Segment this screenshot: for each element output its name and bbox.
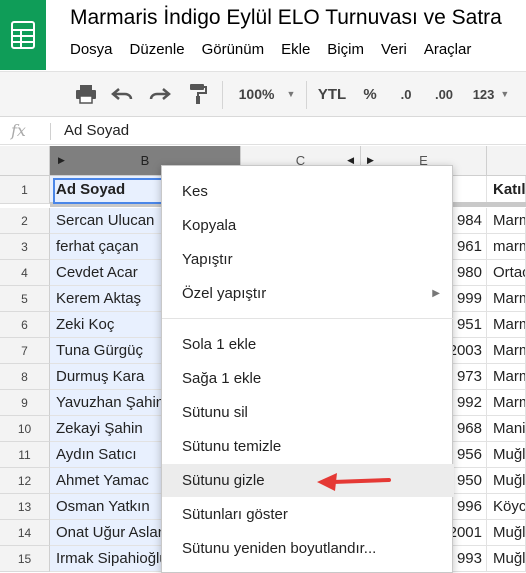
menu-item-copy[interactable]: Kopyala	[162, 209, 454, 242]
club-cell[interactable]: Marm	[487, 338, 526, 364]
menu-item-insert-right[interactable]: Sağa 1 ekle	[162, 362, 454, 395]
zoom-value: 100%	[238, 86, 275, 102]
row-number[interactable]: 13	[0, 494, 50, 520]
annotation-arrow-icon	[317, 473, 391, 491]
menu-bar: Dosya Düzenle Görünüm Ekle Biçim Veri Ar…	[70, 41, 488, 58]
row-number[interactable]: 1	[0, 176, 50, 204]
row-number[interactable]: 2	[0, 208, 50, 234]
row-number[interactable]: 12	[0, 468, 50, 494]
increase-decimal-button[interactable]: .00	[428, 80, 460, 108]
more-formats-button[interactable]: 123 ▼	[466, 80, 516, 108]
undo-icon[interactable]	[108, 80, 136, 108]
menu-tools[interactable]: Araçlar	[424, 41, 472, 58]
decrease-decimal-label: .0	[400, 86, 412, 102]
sheets-logo[interactable]	[0, 0, 46, 70]
currency-format-button[interactable]: YTL	[312, 80, 352, 108]
menu-divider	[162, 318, 454, 319]
chevron-down-icon: ▼	[286, 89, 296, 99]
menu-item-label: Sütunu sil	[182, 404, 248, 421]
toolbar: 100% ▼ YTL % .0 .00 123 ▼	[0, 71, 526, 117]
club-cell[interactable]: Marm	[487, 364, 526, 390]
menu-item-delete-column[interactable]: Sütunu sil	[162, 396, 454, 429]
column-header-f[interactable]	[487, 146, 526, 176]
header-cell-participation[interactable]: Katıl	[487, 176, 526, 204]
toolbar-divider	[222, 81, 223, 109]
row-number[interactable]: 6	[0, 312, 50, 338]
menu-item-label: Sütunu gizle	[182, 472, 265, 489]
increase-decimal-label: .00	[434, 86, 454, 102]
menu-item-unhide-columns[interactable]: Sütunları göster	[162, 498, 454, 531]
column-header-label: B	[140, 153, 150, 168]
menu-item-clear-column[interactable]: Sütunu temizle	[162, 430, 454, 463]
club-cell[interactable]: Muğl	[487, 468, 526, 494]
club-cell[interactable]: Marm	[487, 312, 526, 338]
row-number[interactable]: 4	[0, 260, 50, 286]
formula-divider	[50, 123, 51, 140]
row-number[interactable]: 11	[0, 442, 50, 468]
row-number[interactable]: 3	[0, 234, 50, 260]
print-icon[interactable]	[72, 80, 100, 108]
menu-item-label: Sütunu temizle	[182, 438, 282, 455]
club-cell[interactable]: Muğl	[487, 442, 526, 468]
club-cell[interactable]: Köyc	[487, 494, 526, 520]
sheets-icon	[11, 21, 35, 49]
club-cell[interactable]: Marm	[487, 208, 526, 234]
column-expand-left-icon: ▶	[58, 155, 65, 165]
formula-input[interactable]: Ad Soyad	[64, 122, 129, 139]
menu-view[interactable]: Görünüm	[202, 41, 265, 58]
menu-item-paste[interactable]: Yapıştır	[162, 243, 454, 276]
row-number[interactable]: 7	[0, 338, 50, 364]
club-cell[interactable]: Ortac	[487, 260, 526, 286]
chevron-down-icon: ▼	[500, 89, 510, 99]
formula-bar: fx Ad Soyad	[0, 117, 526, 145]
menu-edit[interactable]: Düzenle	[130, 41, 185, 58]
menu-item-label: Sola 1 ekle	[182, 336, 257, 353]
redo-icon[interactable]	[146, 80, 174, 108]
menu-item-insert-left[interactable]: Sola 1 ekle	[162, 328, 454, 361]
row-number[interactable]: 9	[0, 390, 50, 416]
club-cell[interactable]: marm	[487, 234, 526, 260]
decrease-decimal-button[interactable]: .0	[392, 80, 420, 108]
zoom-select[interactable]: 100% ▼	[232, 80, 302, 108]
row-number[interactable]: 10	[0, 416, 50, 442]
menu-item-label: Kopyala	[182, 217, 237, 234]
fx-icon: fx	[11, 121, 26, 140]
menu-format[interactable]: Biçim	[327, 41, 364, 58]
submenu-arrow-icon: ▶	[432, 288, 440, 299]
more-formats-label: 123	[472, 86, 495, 102]
menu-item-label: Özel yapıştır	[182, 285, 267, 302]
row-number[interactable]: 5	[0, 286, 50, 312]
row-number[interactable]: 8	[0, 364, 50, 390]
percent-format-button[interactable]: %	[356, 80, 384, 108]
club-cell[interactable]: Muğl	[487, 546, 526, 572]
menu-item-label: Sütunu yeniden boyutlandır...	[182, 540, 377, 557]
menu-data[interactable]: Veri	[381, 41, 407, 58]
menu-insert[interactable]: Ekle	[281, 41, 310, 58]
row-number[interactable]: 14	[0, 520, 50, 546]
row-number[interactable]: 15	[0, 546, 50, 572]
document-title[interactable]: Marmaris İndigo Eylül ELO Turnuvası ve S…	[70, 6, 502, 30]
menu-item-label: Kes	[182, 183, 208, 200]
menu-item-label: Sağa 1 ekle	[182, 370, 262, 387]
menu-item-resize-column[interactable]: Sütunu yeniden boyutlandır...	[162, 532, 454, 565]
menu-item-label: Yapıştır	[182, 251, 233, 268]
menu-item-cut[interactable]: Kes	[162, 175, 454, 208]
club-cell[interactable]: Marm	[487, 390, 526, 416]
toolbar-divider	[306, 81, 307, 109]
menu-item-paste-special[interactable]: Özel yapıştır ▶	[162, 277, 454, 310]
menu-item-label: Sütunları göster	[182, 506, 288, 523]
club-cell[interactable]: Mani	[487, 416, 526, 442]
club-cell[interactable]: Marm	[487, 286, 526, 312]
club-cell[interactable]: Muğl	[487, 520, 526, 546]
select-all-corner[interactable]	[0, 146, 50, 176]
menu-file[interactable]: Dosya	[70, 41, 113, 58]
column-context-menu: Kes Kopyala Yapıştır Özel yapıştır ▶ Sol…	[161, 165, 454, 573]
menu-item-hide-column[interactable]: Sütunu gizle	[162, 464, 454, 497]
paint-format-icon[interactable]	[184, 80, 212, 108]
